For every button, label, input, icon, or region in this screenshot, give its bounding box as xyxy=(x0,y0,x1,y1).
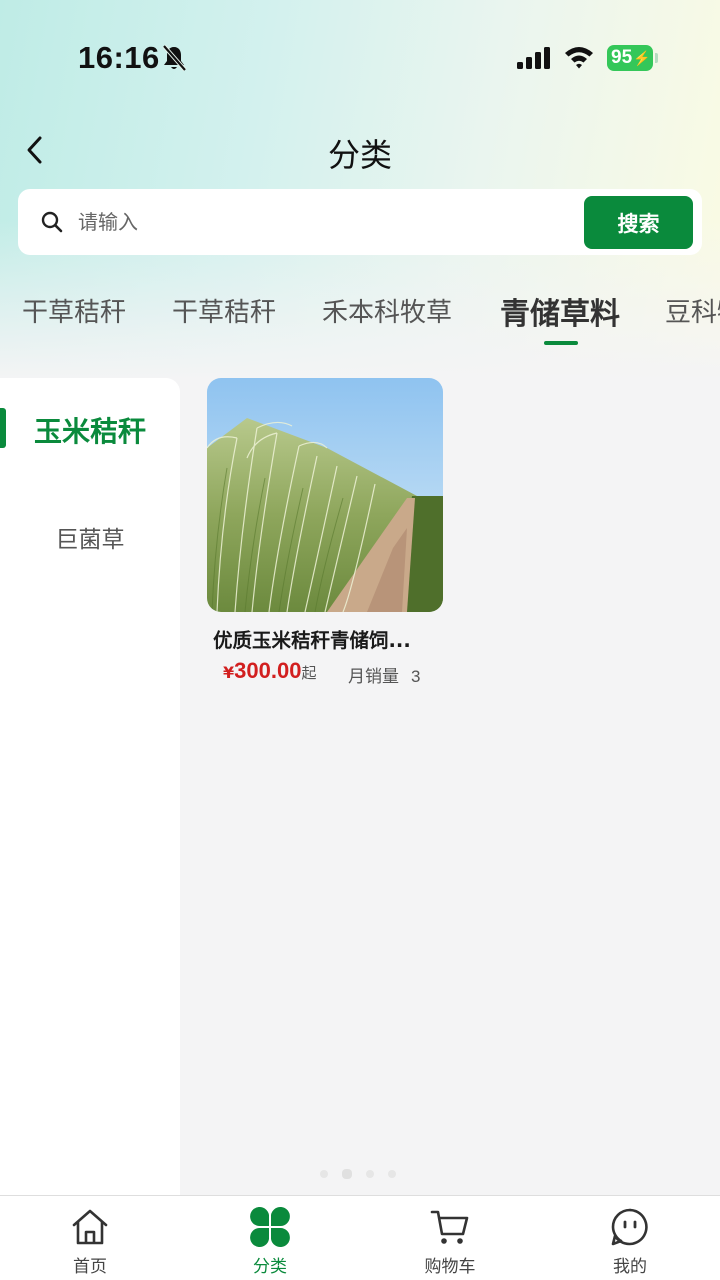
clover-icon xyxy=(250,1207,290,1247)
search-bar: 搜索 xyxy=(18,189,702,255)
active-tab-indicator xyxy=(544,341,578,345)
bottom-tab-bar: 首页 分类 购物车 我的 xyxy=(0,1195,720,1280)
search-button[interactable]: 搜索 xyxy=(584,196,693,249)
page-dot-active xyxy=(342,1169,352,1179)
price-value: 300.00 xyxy=(234,658,302,683)
sidebar-active-indicator xyxy=(0,408,6,448)
product-image[interactable] xyxy=(207,378,443,612)
wifi-icon xyxy=(565,47,593,69)
sidebar-item-corn-straw[interactable]: 玉米秸秆 xyxy=(0,410,180,450)
status-bar: 16:16 95 ⚡ xyxy=(0,0,720,110)
product-monthly-sales: 月销量 3 xyxy=(348,662,420,687)
category-tab[interactable]: 干草秸秆 xyxy=(172,292,276,329)
page-dot xyxy=(366,1170,374,1178)
profile-icon xyxy=(611,1208,648,1246)
sales-count: 3 xyxy=(411,667,421,686)
signal-icon xyxy=(517,47,550,69)
tab-profile-label: 我的 xyxy=(613,1257,647,1277)
price-currency: ¥ xyxy=(223,663,235,682)
tab-home-label: 首页 xyxy=(73,1257,107,1277)
corn-field-photo xyxy=(207,378,443,612)
battery-tip xyxy=(655,53,658,63)
cart-icon xyxy=(430,1210,469,1244)
product-card[interactable]: 优质玉米秸秆青储饲... ¥300.00起 月销量 3 xyxy=(207,378,443,688)
category-tab-active[interactable]: 青储草料 xyxy=(500,289,620,333)
product-name: 优质玉米秸秆青储饲... xyxy=(213,629,411,652)
search-input[interactable] xyxy=(78,201,568,243)
tab-home[interactable]: 首页 xyxy=(0,1196,180,1280)
category-tab[interactable]: 豆科牧草 xyxy=(665,292,720,329)
battery-indicator: 95 ⚡ xyxy=(607,45,653,71)
tab-cart[interactable]: 购物车 xyxy=(360,1196,540,1280)
page-dot xyxy=(388,1170,396,1178)
bell-muted-icon xyxy=(162,44,187,72)
page-title: 分类 xyxy=(327,136,392,174)
search-icon xyxy=(41,211,63,233)
home-icon xyxy=(72,1209,108,1245)
tab-category[interactable]: 分类 xyxy=(180,1196,360,1280)
battery-level: 95 xyxy=(611,47,633,68)
charging-bolt-icon: ⚡ xyxy=(633,49,651,66)
sales-label: 月销量 xyxy=(348,667,399,687)
sidebar-item-giant-grass[interactable]: 巨菌草 xyxy=(0,520,180,554)
category-tabs: 干草秸秆 干草秸秆 禾本科牧草 青储草料 豆科牧草 xyxy=(0,282,720,352)
category-tab[interactable]: 干草秸秆 xyxy=(22,292,126,329)
page-dot xyxy=(320,1170,328,1178)
page-indicator-dots xyxy=(320,1168,400,1180)
subcategory-sidebar: 玉米秸秆 巨菌草 xyxy=(0,378,180,1196)
status-time: 16:16 xyxy=(78,40,160,75)
product-price: ¥300.00起 xyxy=(223,658,316,684)
tab-profile[interactable]: 我的 xyxy=(540,1196,720,1280)
category-tab[interactable]: 禾本科牧草 xyxy=(322,292,452,329)
price-suffix: 起 xyxy=(301,664,317,682)
tab-cart-label: 购物车 xyxy=(424,1257,476,1277)
tab-category-label: 分类 xyxy=(253,1257,287,1277)
